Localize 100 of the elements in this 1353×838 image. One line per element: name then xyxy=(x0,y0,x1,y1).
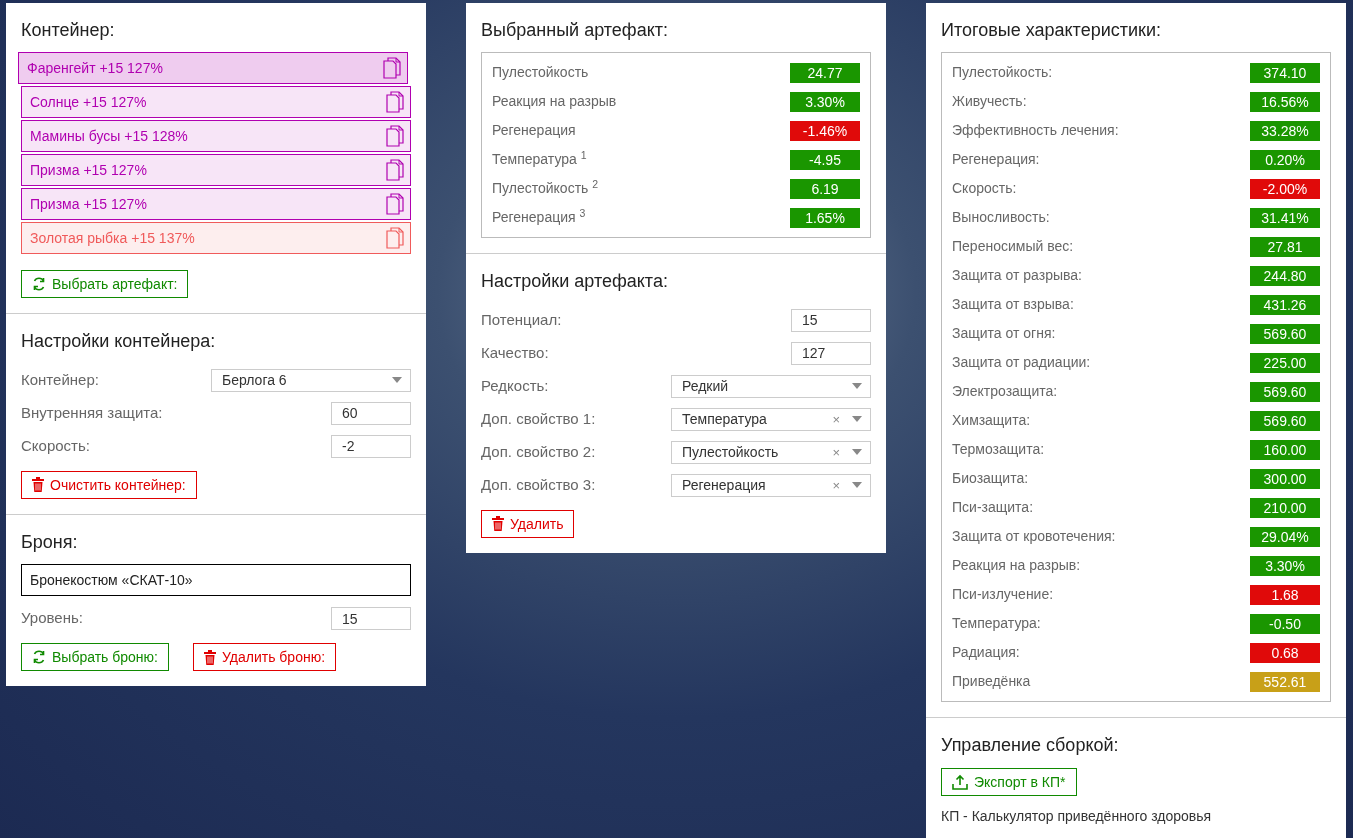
stat-label: Температура: xyxy=(952,614,1041,634)
stat-value: 431.26 xyxy=(1250,294,1320,315)
stat-label: Пулестойкость $^{2}$ xyxy=(492,178,599,199)
button[interactable]: Удалить xyxy=(481,509,575,538)
stat-value: -2.00% xyxy=(1250,178,1320,199)
stat-value: 569.60 xyxy=(1250,323,1320,344)
field-label: Потенциал: xyxy=(481,310,562,331)
artifact-label: Призма +15 127% xyxy=(30,160,147,180)
artifact-item[interactable]: Золотая рыбка +15 137% xyxy=(21,222,411,255)
section-title: Управление сборкой: xyxy=(941,734,1120,758)
stat-value: -1.46% xyxy=(790,120,860,141)
field-label: Внутренняя защита: xyxy=(21,403,163,424)
stat-label: Защита от взрыва: xyxy=(952,295,1074,315)
artifact-item[interactable]: Мамины бусы +15 128% xyxy=(21,120,411,153)
stat-label: Пулестойкость: xyxy=(952,63,1053,83)
field-label: Доп. свойство 2: xyxy=(481,442,596,463)
artifact-label: Золотая рыбка +15 137% xyxy=(30,228,195,248)
input-field[interactable]: 15 xyxy=(791,308,871,332)
clear-button[interactable]: × xyxy=(832,409,840,430)
stat-value: 0.68 xyxy=(1250,642,1320,663)
field-label: Скорость: xyxy=(21,436,90,457)
stat-value: 374.10 xyxy=(1250,62,1320,83)
artifact-label: Фаренгейт +15 127% xyxy=(27,58,163,78)
stat-value: 244.80 xyxy=(1250,265,1320,286)
section-title: Броня: xyxy=(21,530,79,554)
caret-icon xyxy=(852,449,862,456)
input-field[interactable]: 60 xyxy=(331,401,411,425)
stat-label: Защита от радиации: xyxy=(952,353,1091,373)
dropdown[interactable]: Редкий xyxy=(671,374,871,398)
section-title: Настройки артефакта: xyxy=(481,270,669,294)
refresh-icon xyxy=(32,276,46,293)
artifact-label: Солнце +15 127% xyxy=(30,92,147,112)
input-field[interactable]: 15 xyxy=(331,607,411,631)
input-field[interactable]: -2 xyxy=(331,434,411,458)
artifact-item[interactable]: Фаренгейт +15 127% xyxy=(18,52,408,85)
stat-label: Пси-излучение: xyxy=(952,585,1054,605)
field-label: Контейнер: xyxy=(21,370,99,391)
stat-value: 569.60 xyxy=(1250,381,1320,402)
stat-value: 160.00 xyxy=(1250,439,1320,460)
copy-icon xyxy=(386,159,404,182)
stat-value: -0.50 xyxy=(1250,613,1320,634)
stat-label: Скорость: xyxy=(952,179,1017,199)
stat-value: 1.68 xyxy=(1250,584,1320,605)
stat-label: Температура $^{1}$ xyxy=(492,149,587,170)
clear-button[interactable]: × xyxy=(832,475,840,496)
footnote: КП - Калькулятор приведённого здоровья xyxy=(941,806,1213,826)
artifact-item[interactable]: Солнце +15 127% xyxy=(21,86,411,119)
stat-value: 3.30% xyxy=(1250,555,1320,576)
stat-label: Пулестойкость xyxy=(492,63,589,83)
dropdown[interactable]: Регенерация × xyxy=(671,473,871,497)
armor-name[interactable]: Бронекостюм «СКАТ-10» xyxy=(21,564,411,597)
button[interactable]: Выбрать артефакт: xyxy=(21,270,189,299)
button[interactable]: Выбрать броню: xyxy=(21,643,169,672)
artifact-label: Мамины бусы +15 128% xyxy=(30,126,188,146)
field-label: Доп. свойство 3: xyxy=(481,475,596,496)
stat-value: 569.60 xyxy=(1250,410,1320,431)
clear-button[interactable]: × xyxy=(832,442,840,463)
stat-value: 16.56% xyxy=(1250,91,1320,112)
input-field[interactable]: 127 xyxy=(791,341,871,365)
stat-value: 27.81 xyxy=(1250,236,1320,257)
stat-label: Регенерация $^{3}$ xyxy=(492,207,586,228)
stat-label: Реакция на разрыв xyxy=(492,92,617,112)
stat-label: Электрозащита: xyxy=(952,382,1058,402)
stat-value: 6.19 xyxy=(790,178,860,199)
stat-label: Пси-защита: xyxy=(952,498,1034,518)
stat-label: Защита от разрыва: xyxy=(952,266,1082,286)
artifact-item[interactable]: Призма +15 127% xyxy=(21,188,411,221)
caret-icon xyxy=(852,383,862,390)
stat-label: Переносимый вес: xyxy=(952,237,1074,257)
trash-icon xyxy=(32,477,44,493)
copy-icon xyxy=(386,193,404,216)
stat-label: Термозащита: xyxy=(952,440,1045,460)
upload-icon xyxy=(952,773,968,790)
stat-value: 31.41% xyxy=(1250,207,1320,228)
stat-label: Реакция на разрыв: xyxy=(952,556,1081,576)
section-title: Выбранный артефакт: xyxy=(481,19,669,42)
stat-label: Защита от кровотечения: xyxy=(952,527,1116,547)
refresh-icon xyxy=(32,649,46,666)
section-title: Контейнер: xyxy=(21,19,116,42)
stat-label: Живучесть: xyxy=(952,92,1027,112)
button[interactable]: Удалить броню: xyxy=(193,643,337,672)
button[interactable]: Экспорт в КП* xyxy=(941,767,1077,796)
stat-value: -4.95 xyxy=(790,149,860,170)
copy-icon xyxy=(386,125,404,148)
stat-value: 29.04% xyxy=(1250,526,1320,547)
stat-value: 552.61 xyxy=(1250,671,1320,692)
field-label: Доп. свойство 1: xyxy=(481,409,596,430)
stat-label: Выносливость: xyxy=(952,208,1050,228)
section-title: Настройки контейнера: xyxy=(21,330,217,354)
dropdown[interactable]: Берлога 6 xyxy=(211,368,411,392)
copy-icon xyxy=(383,57,401,80)
caret-icon xyxy=(392,377,402,384)
trash-icon xyxy=(492,516,504,532)
dropdown[interactable]: Пулестойкость × xyxy=(671,440,871,464)
field-label: Редкость: xyxy=(481,376,549,397)
artifact-label: Призма +15 127% xyxy=(30,194,147,214)
dropdown[interactable]: Температура × xyxy=(671,407,871,431)
copy-icon xyxy=(386,91,404,114)
button[interactable]: Очистить контейнер: xyxy=(21,470,197,499)
artifact-item[interactable]: Призма +15 127% xyxy=(21,154,411,187)
